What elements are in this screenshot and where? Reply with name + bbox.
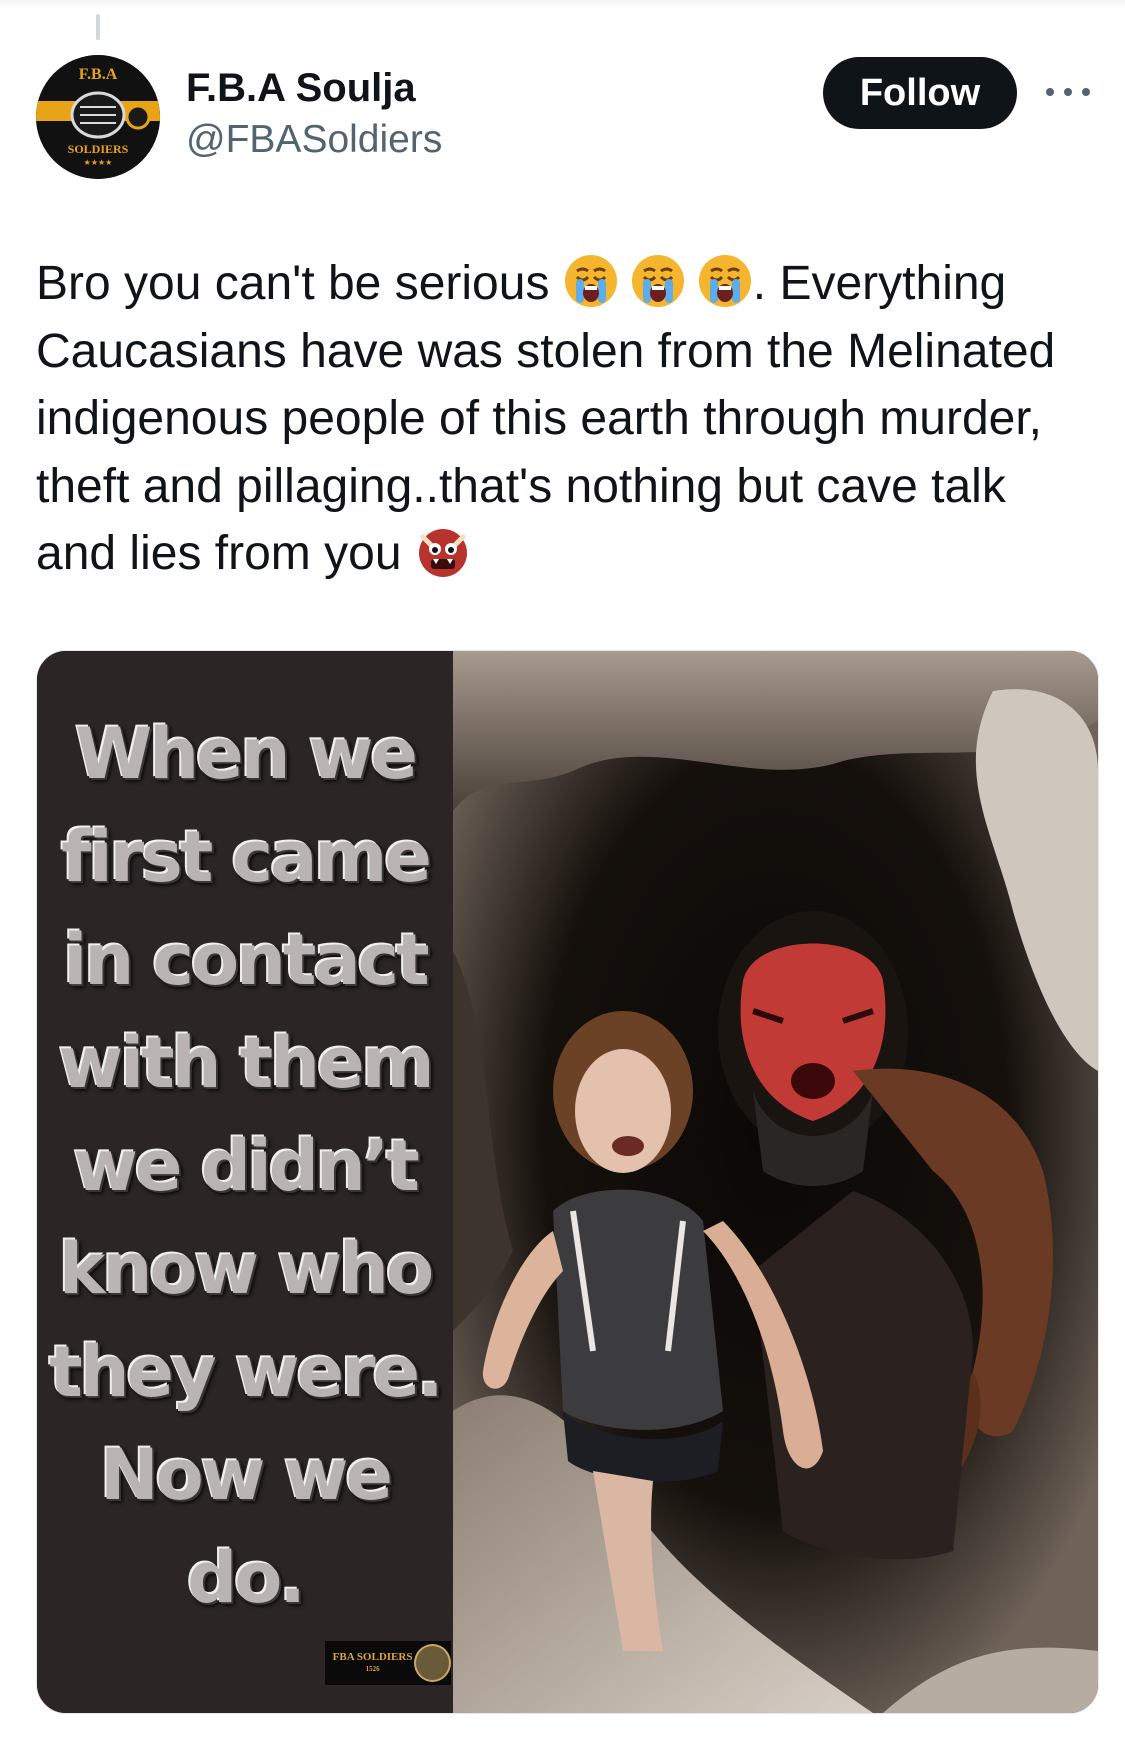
svg-text:F.B.A: F.B.A <box>79 66 118 83</box>
meme-quote-text: When we first came in contact with them … <box>49 713 444 1619</box>
tweet-text: Bro you can't be serious . Everything Ca… <box>36 250 1086 588</box>
meme-quote-panel: When we first came in contact with them … <box>37 651 453 1713</box>
tweet-text-line-3: indigenous people of this earth through … <box>36 392 1043 445</box>
tweet-media-image[interactable]: When we first came in contact with them … <box>36 650 1099 1714</box>
loudly-crying-face-icon <box>563 253 619 309</box>
thread-connector-line <box>96 14 100 40</box>
more-horizontal-icon[interactable] <box>1046 82 1090 102</box>
author-display-name[interactable]: F.B.A Soulja <box>186 66 416 111</box>
cave-photo-illustration <box>453 651 1098 1713</box>
loudly-crying-face-icon <box>630 253 686 309</box>
loudly-crying-face-icon <box>697 253 753 309</box>
watermark-logo: FBA SOLDIERS 1526 <box>325 1641 451 1685</box>
follow-button[interactable]: Follow <box>823 57 1017 129</box>
svg-text:SOLDIERS: SOLDIERS <box>68 142 129 156</box>
author-handle[interactable]: @FBASoldiers <box>186 118 442 162</box>
tweet-text-line-4: theft and pillaging..that's nothing but … <box>36 459 1006 513</box>
cave-photo <box>453 651 1098 1713</box>
avatar-logo-icon: F.B.A SOLDIERS ★★★★ <box>36 55 160 179</box>
tweet-text-line-2: Caucasians have was stolen from the Meli… <box>36 324 1056 378</box>
svg-text:★★★★: ★★★★ <box>84 158 113 167</box>
author-avatar[interactable]: F.B.A SOLDIERS ★★★★ <box>36 55 160 179</box>
tweet-text-line-1: Bro you can't be serious . Everything <box>36 250 1086 318</box>
seal-icon <box>414 1644 451 1682</box>
top-fade <box>0 0 1125 10</box>
tweet-text-line-5: and lies from you <box>36 520 1086 588</box>
ogre-icon <box>415 523 471 579</box>
